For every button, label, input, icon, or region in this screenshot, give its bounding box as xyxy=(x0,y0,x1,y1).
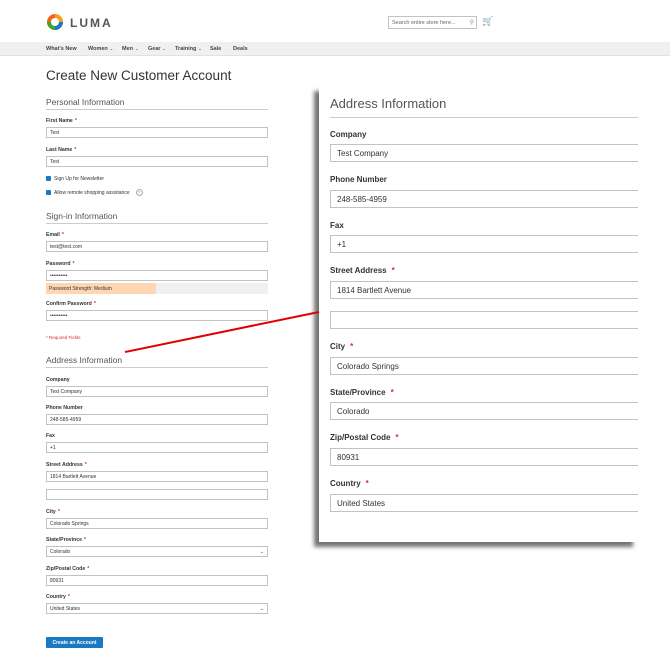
state-select[interactable]: Colorado ⌄ xyxy=(46,546,268,557)
password-strength-text: Password Strength: Medium xyxy=(49,286,112,292)
country-label: Country * xyxy=(46,594,70,600)
country-value: United States xyxy=(50,606,81,612)
street-line1-input[interactable]: 1814 Bartlett Avenue xyxy=(46,471,268,482)
newsletter-checkbox[interactable] xyxy=(46,176,51,181)
main-nav: What's New Women ⌄ Men ⌄ Gear ⌄ Training ⌄ S… xyxy=(0,42,670,56)
fax-label: Fax xyxy=(46,433,55,439)
phone-input[interactable]: 248-585-4959 xyxy=(46,414,268,425)
search-input[interactable]: Search entire store here... ⚲ xyxy=(388,16,477,29)
state-value: Colorado xyxy=(50,549,71,555)
zoom-street-line1-input[interactable]: 1814 Bartlett Avenue xyxy=(330,281,638,299)
chevron-down-icon: ⌄ xyxy=(135,46,139,51)
zoom-address-title: Address Information xyxy=(330,96,447,111)
remote-assistance-label[interactable]: Allow remote shopping assistance? xyxy=(54,189,143,196)
zoom-city-label: City * xyxy=(330,342,354,351)
nav-item-men[interactable]: Men ⌄ xyxy=(122,46,138,52)
chevron-down-icon: ⌄ xyxy=(259,606,264,612)
confirm-password-label: Confirm Password * xyxy=(46,301,96,307)
nav-label: Sale xyxy=(210,46,222,52)
nav-label: Gear xyxy=(148,46,161,52)
email-input[interactable]: test@test.com xyxy=(46,241,268,252)
password-strength-meter: Password Strength: Medium xyxy=(46,283,268,294)
divider xyxy=(330,117,638,118)
zoom-fax-input[interactable]: +1 xyxy=(330,235,638,253)
password-label: Password * xyxy=(46,261,75,267)
divider xyxy=(46,223,268,224)
email-label: Email * xyxy=(46,232,64,238)
country-select[interactable]: United States ⌄ xyxy=(46,603,268,614)
zoom-country-label: Country * xyxy=(330,479,369,488)
chevron-down-icon: ⌄ xyxy=(162,46,166,51)
chevron-down-icon: ⌄ xyxy=(109,46,114,51)
nav-item-gear[interactable]: Gear ⌄ xyxy=(148,46,166,52)
zoom-street-line2-input[interactable] xyxy=(330,311,638,329)
magnifier-icon[interactable]: ⚲ xyxy=(470,19,474,26)
first-name-label: First Name * xyxy=(46,118,77,124)
street-line2-input[interactable] xyxy=(46,489,268,500)
zoom-phone-input[interactable]: 248-585-4959 xyxy=(330,190,638,208)
divider xyxy=(46,367,268,368)
required-fields-note: * Required Fields xyxy=(46,335,81,340)
zoomed-address-panel: Address Information Company Test Company… xyxy=(319,86,638,542)
zoom-phone-label: Phone Number xyxy=(330,175,387,184)
zip-label: Zip/Postal Code * xyxy=(46,566,90,572)
address-info-title: Address Information xyxy=(46,355,123,365)
logo-text[interactable]: LUMA xyxy=(70,16,113,30)
chevron-down-icon: ⌄ xyxy=(198,46,202,51)
street-label: Street Address * xyxy=(46,462,87,468)
state-label: State/Province * xyxy=(46,537,87,543)
signin-info-title: Sign-in Information xyxy=(46,211,118,221)
zoom-street-label: Street Address * xyxy=(330,266,395,275)
nav-label: Men xyxy=(122,46,133,52)
personal-info-title: Personal Information xyxy=(46,97,125,107)
zoom-company-label: Company xyxy=(330,130,367,139)
nav-label: Women xyxy=(88,46,108,52)
chevron-down-icon: ⌄ xyxy=(259,549,264,555)
nav-item-whats-new[interactable]: What's New xyxy=(46,46,77,52)
nav-item-deals[interactable]: Deals xyxy=(233,46,248,52)
cart-icon[interactable]: 🛒 xyxy=(482,16,493,27)
nav-label: Training xyxy=(175,46,197,52)
zoom-state-label: State/Province * xyxy=(330,388,394,397)
zoom-country-select[interactable]: United States xyxy=(330,494,638,512)
company-input[interactable]: Test Company xyxy=(46,386,268,397)
city-label: City * xyxy=(46,509,60,515)
nav-item-women[interactable]: Women ⌄ xyxy=(88,46,113,52)
nav-item-sale[interactable]: Sale xyxy=(210,46,221,52)
divider xyxy=(46,109,268,110)
zoom-zip-input[interactable]: 80931 xyxy=(330,448,638,466)
luma-logo-icon[interactable] xyxy=(46,13,64,31)
zoom-zip-label: Zip/Postal Code * xyxy=(330,433,399,442)
phone-label: Phone Number xyxy=(46,405,83,411)
help-icon[interactable]: ? xyxy=(135,189,143,196)
remote-assistance-checkbox[interactable] xyxy=(46,190,51,195)
site-header: LUMA Search entire store here... ⚲ 🛒 xyxy=(0,0,670,42)
zoom-state-select[interactable]: Colorado xyxy=(330,402,638,420)
create-account-button[interactable]: Create an Account xyxy=(46,637,103,648)
fax-input[interactable]: +1 xyxy=(46,442,268,453)
password-input[interactable]: •••••••••• xyxy=(46,270,268,281)
nav-label: Deals xyxy=(233,46,248,52)
nav-label: What's New xyxy=(46,46,77,52)
zip-input[interactable]: 80931 xyxy=(46,575,268,586)
confirm-password-input[interactable]: •••••••••• xyxy=(46,310,268,321)
first-name-input[interactable]: Test xyxy=(46,127,268,138)
newsletter-label[interactable]: Sign Up for Newsletter xyxy=(54,176,104,182)
zoom-city-input[interactable]: Colorado Springs xyxy=(330,357,638,375)
zoom-fax-label: Fax xyxy=(330,221,344,230)
city-input[interactable]: Colorado Springs xyxy=(46,518,268,529)
last-name-label: Last Name * xyxy=(46,147,77,153)
last-name-input[interactable]: Test xyxy=(46,156,268,167)
page-title: Create New Customer Account xyxy=(46,68,232,83)
nav-item-training[interactable]: Training ⌄ xyxy=(175,46,202,52)
company-label: Company xyxy=(46,377,70,383)
search-placeholder: Search entire store here... xyxy=(392,20,456,26)
zoom-company-input[interactable]: Test Company xyxy=(330,144,638,162)
